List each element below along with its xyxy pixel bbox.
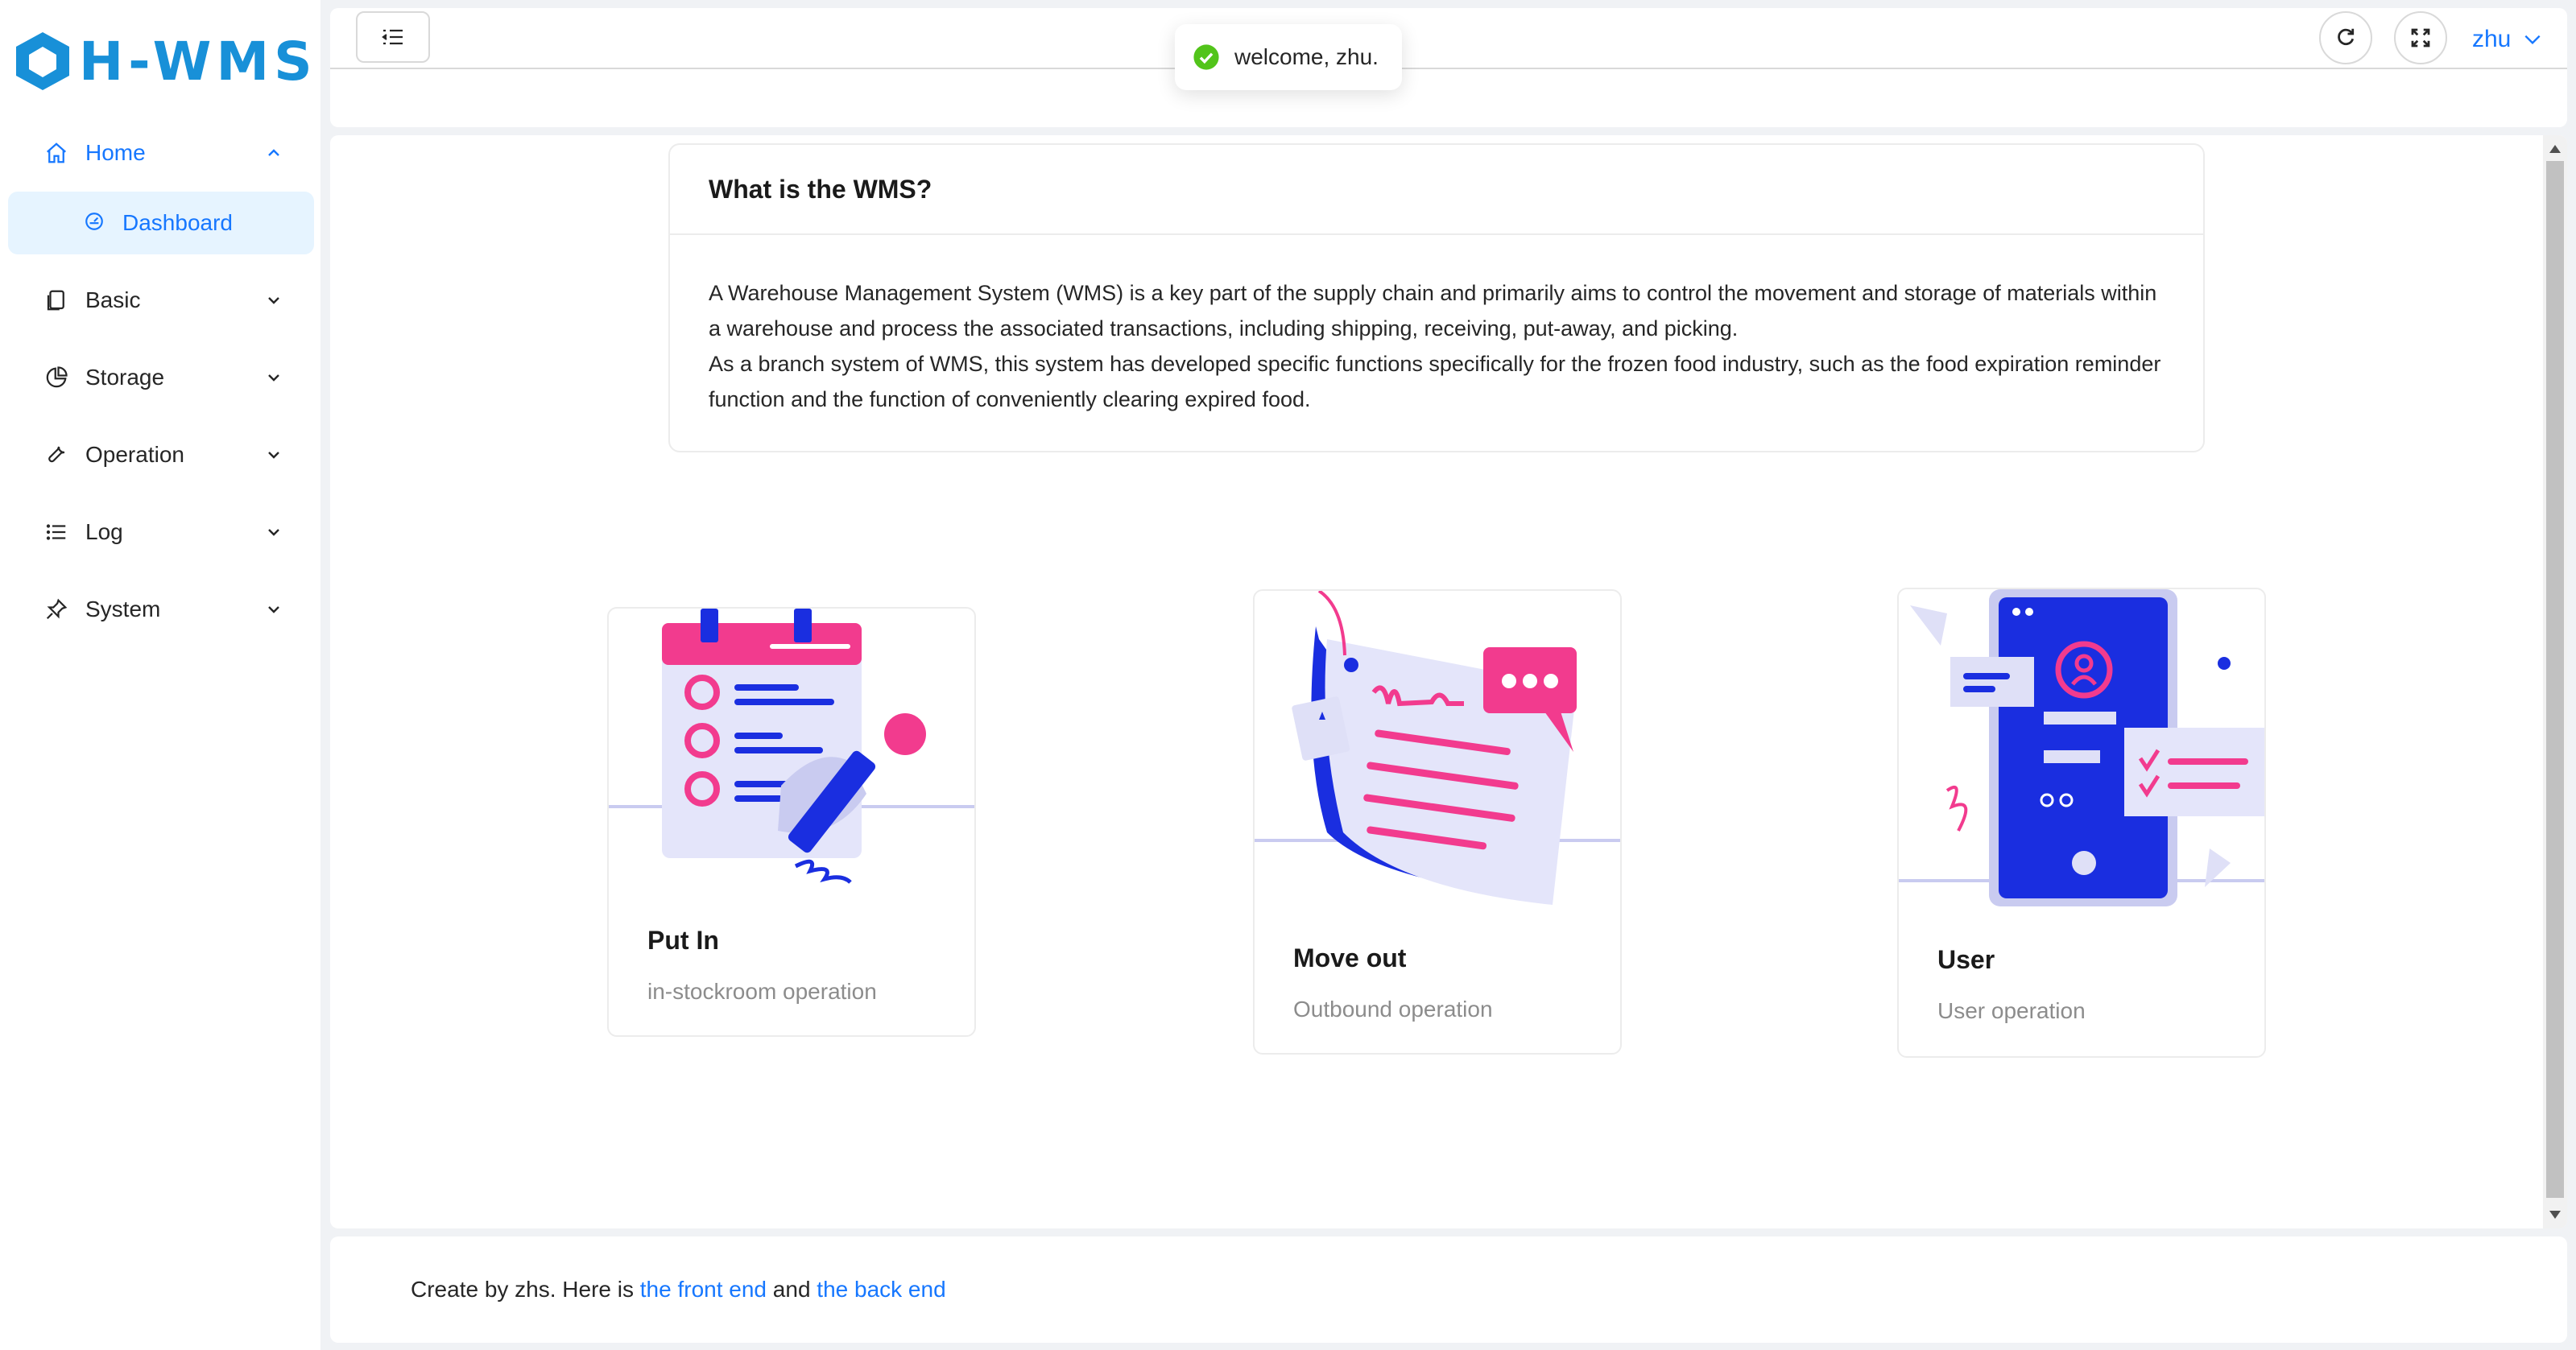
content-scrollbar[interactable] xyxy=(2543,135,2567,1228)
chevron-down-icon xyxy=(268,297,279,304)
info-card-title: What is the WMS? xyxy=(670,145,2203,235)
chevron-down-icon xyxy=(268,452,279,459)
wms-info-card: What is the WMS? A Warehouse Management … xyxy=(668,143,2205,452)
refresh-button[interactable] xyxy=(2319,11,2372,64)
logo-text: H-WMS xyxy=(79,30,317,93)
sidebar-item-label: Storage xyxy=(85,365,165,390)
top-header: zhu xyxy=(330,8,2567,127)
scrollbar-thumb[interactable] xyxy=(2546,161,2564,1198)
dashboard-icon xyxy=(84,211,108,235)
chevron-down-icon xyxy=(2524,35,2541,45)
pin-icon xyxy=(42,595,71,624)
sidebar-item-label: System xyxy=(85,597,161,621)
front-end-link[interactable]: the front end xyxy=(640,1277,767,1302)
footer-prefix: Create by zhs. Here is xyxy=(411,1277,640,1302)
sidebar-item-label: Operation xyxy=(85,442,184,467)
put-in-card[interactable]: Put In in-stockroom operation xyxy=(607,607,976,1037)
scroll-down-arrow-icon[interactable] xyxy=(2549,1211,2561,1219)
sidebar: H-WMS Home Dashboard Basic Storage Opera… xyxy=(0,0,320,1350)
phone-user-illustration xyxy=(1899,589,2264,906)
footer-text: Create by zhs. Here is the front end and… xyxy=(411,1277,946,1303)
move-out-card[interactable]: Move out Outbound operation xyxy=(1253,589,1622,1055)
chevron-down-icon xyxy=(268,529,279,536)
sidebar-item-label: Dashboard xyxy=(122,210,233,235)
user-menu[interactable]: zhu xyxy=(2472,26,2543,53)
sidebar-item-log[interactable]: Log xyxy=(0,493,320,571)
sidebar-item-dashboard[interactable]: Dashboard xyxy=(8,192,314,254)
sidebar-item-basic[interactable]: Basic xyxy=(0,262,320,339)
sidebar-item-home[interactable]: Home xyxy=(0,114,320,192)
sidebar-item-storage[interactable]: Storage xyxy=(0,339,320,416)
sidebar-item-label: Basic xyxy=(85,287,141,312)
card-desc: User operation xyxy=(1937,998,2086,1023)
card-desc: in-stockroom operation xyxy=(647,979,877,1004)
home-icon xyxy=(42,138,71,167)
menu-collapse-button[interactable] xyxy=(356,11,430,63)
welcome-toast: welcome, zhu. xyxy=(1175,24,1402,90)
check-circle-icon xyxy=(1193,44,1219,70)
list-icon xyxy=(42,518,71,547)
back-end-link[interactable]: the back end xyxy=(817,1277,945,1302)
footer-middle: and xyxy=(767,1277,817,1302)
wrench-icon xyxy=(42,440,71,469)
sidebar-menu: Home Dashboard Basic Storage Operation L… xyxy=(0,114,320,648)
main-content: What is the WMS? A Warehouse Management … xyxy=(330,135,2567,1228)
card-title: Put In xyxy=(647,926,719,955)
sidebar-item-label: Home xyxy=(85,140,146,165)
scroll-up-arrow-icon[interactable] xyxy=(2549,145,2561,153)
document-illustration xyxy=(1255,591,1620,905)
sidebar-item-system[interactable]: System xyxy=(0,571,320,648)
copy-icon xyxy=(42,286,71,315)
pie-chart-icon xyxy=(42,363,71,392)
user-name: zhu xyxy=(2472,26,2512,52)
user-card[interactable]: User User operation xyxy=(1897,588,2266,1058)
header-divider xyxy=(330,68,2567,69)
card-title: User xyxy=(1937,945,1995,974)
footer: Create by zhs. Here is the front end and… xyxy=(330,1236,2567,1343)
sidebar-item-operation[interactable]: Operation xyxy=(0,416,320,493)
info-paragraph: A Warehouse Management System (WMS) is a… xyxy=(709,281,2157,341)
card-title: Move out xyxy=(1293,943,1407,972)
info-paragraph: As a branch system of WMS, this system h… xyxy=(709,352,2161,411)
sidebar-item-label: Log xyxy=(85,519,123,544)
menu-fold-icon xyxy=(382,29,403,45)
fullscreen-button[interactable] xyxy=(2394,11,2447,64)
info-card-body: A Warehouse Management System (WMS) is a… xyxy=(670,235,2203,417)
logo: H-WMS xyxy=(13,29,317,93)
chevron-up-icon xyxy=(268,149,279,156)
checklist-illustration xyxy=(609,609,974,884)
toast-message: welcome, zhu. xyxy=(1234,44,1379,69)
logo-icon xyxy=(16,32,69,90)
chevron-down-icon xyxy=(268,606,279,613)
fullscreen-icon xyxy=(2411,28,2430,47)
card-desc: Outbound operation xyxy=(1293,997,1493,1022)
refresh-icon xyxy=(2338,28,2355,46)
chevron-down-icon xyxy=(268,374,279,382)
